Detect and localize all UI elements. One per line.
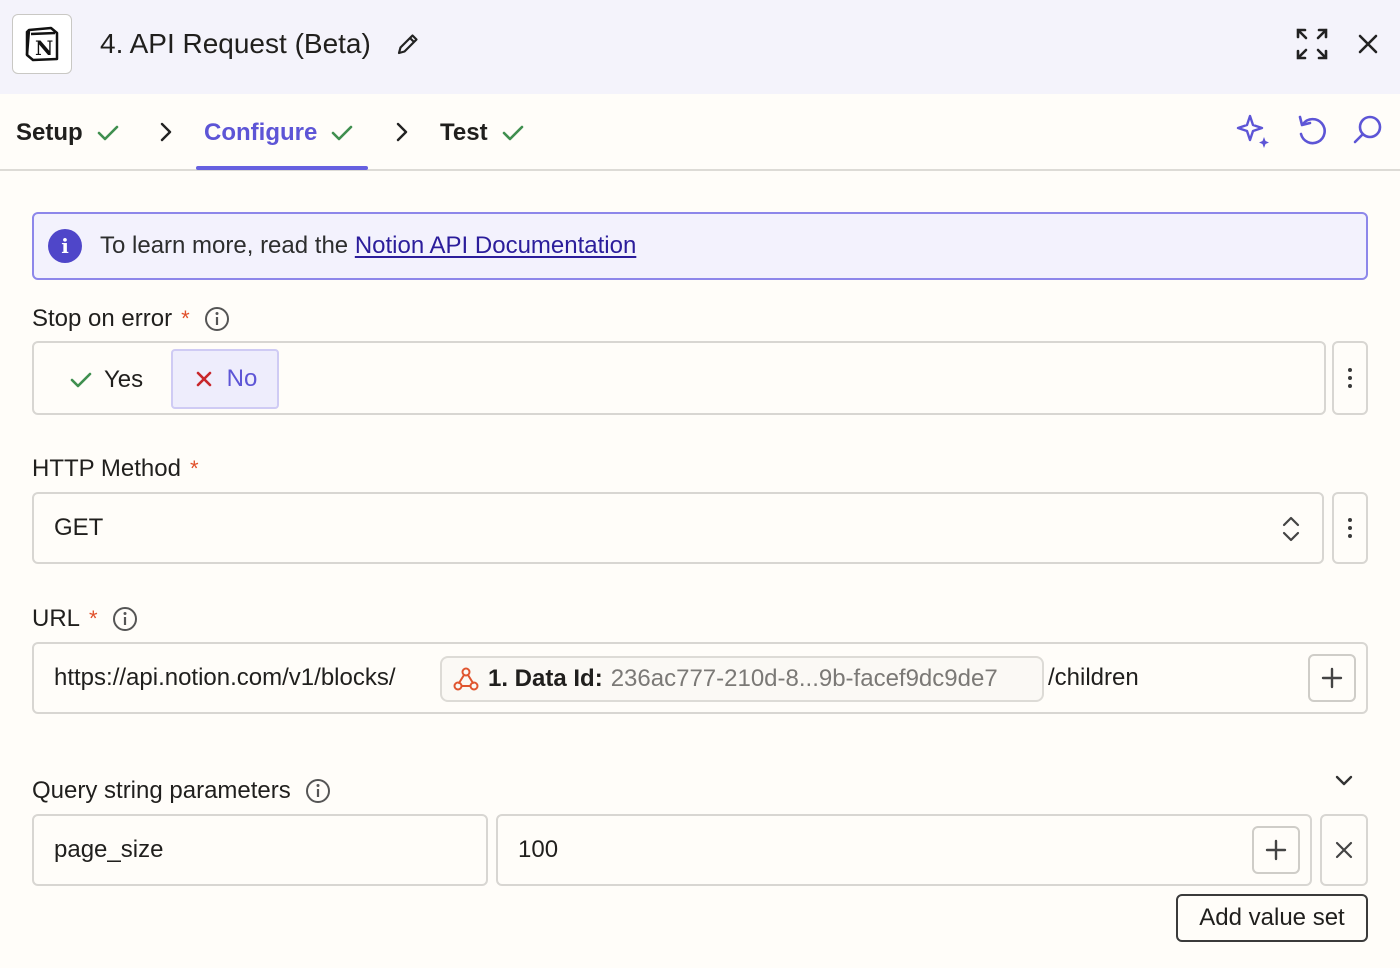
query-value-insert-data-button[interactable]: [1252, 826, 1300, 874]
step-tabs: Setup Configure Test: [0, 94, 1400, 171]
url-label: URL: [32, 605, 81, 632]
chevron-right-icon: [396, 122, 408, 142]
info-icon: i: [48, 229, 82, 263]
tab-test[interactable]: Test: [440, 94, 526, 171]
tab-configure-label: Configure: [204, 118, 318, 146]
pill-label: 1. Data Id:: [488, 665, 603, 692]
url-label-row: URL *: [32, 602, 138, 636]
stop-on-error-more-button[interactable]: [1332, 341, 1368, 415]
kebab-icon: [1348, 516, 1352, 540]
query-param-value: 100: [518, 836, 559, 863]
http-method-select[interactable]: GET: [32, 492, 1324, 564]
kebab-icon: [1348, 366, 1352, 390]
check-icon: [70, 372, 92, 388]
add-value-set-button[interactable]: Add value set: [1176, 894, 1368, 942]
notion-app-logo: N: [12, 14, 72, 74]
url-insert-data-button[interactable]: [1308, 654, 1356, 702]
http-method-label-row: HTTP Method *: [32, 452, 199, 486]
info-circle-icon[interactable]: [204, 306, 230, 332]
query-param-key: page_size: [54, 836, 164, 863]
comment-search-icon[interactable]: [1350, 112, 1386, 148]
url-prefix-text: https://api.notion.com/v1/blocks/: [54, 664, 396, 691]
chevron-down-icon[interactable]: [1330, 766, 1358, 794]
no-label: No: [226, 365, 258, 392]
mapped-field-pill[interactable]: 1. Data Id: 236ac777-210d-8...9b-facef9d…: [440, 656, 1044, 702]
info-circle-icon[interactable]: [112, 606, 138, 632]
pencil-edit-icon[interactable]: [394, 30, 422, 58]
svg-text:N: N: [35, 36, 53, 60]
webhook-icon: [453, 667, 479, 691]
active-tab-indicator: [196, 166, 368, 170]
tab-setup-label: Setup: [16, 118, 83, 146]
http-method-more-button[interactable]: [1332, 492, 1368, 564]
url-input[interactable]: https://api.notion.com/v1/blocks/ 1. Dat…: [32, 642, 1368, 714]
pill-value: 236ac777-210d-8...9b-facef9dc9de7: [610, 665, 998, 692]
expand-icon[interactable]: [1294, 26, 1330, 62]
required-asterisk: *: [89, 606, 98, 631]
x-icon: [196, 371, 211, 387]
http-method-value: GET: [54, 514, 104, 541]
notion-api-docs-link[interactable]: Notion API Documentation: [355, 232, 637, 259]
step-title: 4. API Request (Beta): [100, 28, 371, 59]
close-icon[interactable]: [1354, 30, 1382, 58]
modal-header: N 4. API Request (Beta): [0, 0, 1400, 94]
tab-setup[interactable]: Setup: [16, 94, 121, 171]
tab-test-label: Test: [440, 118, 488, 146]
query-param-value-input[interactable]: 100: [496, 814, 1312, 886]
required-asterisk: *: [181, 306, 190, 331]
banner-prefix: To learn more, read the: [100, 232, 355, 259]
remove-query-param-button[interactable]: [1320, 814, 1368, 886]
required-asterisk: *: [189, 456, 199, 481]
url-suffix-text: /children: [1048, 664, 1139, 691]
undo-refresh-icon[interactable]: [1294, 112, 1330, 148]
tab-configure[interactable]: Configure: [204, 94, 355, 171]
notion-logo-icon: N: [25, 26, 59, 62]
plus-icon: [1321, 667, 1343, 689]
info-circle-icon[interactable]: [305, 778, 331, 804]
no-option[interactable]: No: [171, 349, 279, 409]
stop-on-error-label-row: Stop on error *: [32, 302, 230, 336]
yes-label: Yes: [104, 366, 144, 393]
ai-sparkle-icon[interactable]: [1236, 112, 1272, 148]
query-params-label: Query string parameters: [32, 777, 291, 804]
plus-icon: [1265, 839, 1287, 861]
info-banner: i To learn more, read the Notion API Doc…: [32, 212, 1368, 280]
banner-text: To learn more, read the Notion API Docum…: [100, 232, 636, 260]
check-icon: [502, 125, 523, 140]
stop-on-error-toggle: Yes No: [32, 341, 1326, 415]
select-updown-icon: [1282, 516, 1300, 542]
query-params-label-row: Query string parameters: [32, 774, 331, 808]
check-icon: [332, 125, 353, 140]
chevron-right-icon: [160, 122, 172, 142]
check-icon: [97, 125, 118, 140]
query-param-key-input[interactable]: page_size: [32, 814, 488, 886]
close-icon: [1335, 841, 1353, 859]
yes-option[interactable]: Yes: [68, 351, 143, 409]
http-method-label: HTTP Method: [32, 455, 181, 482]
stop-on-error-label: Stop on error: [32, 305, 173, 332]
